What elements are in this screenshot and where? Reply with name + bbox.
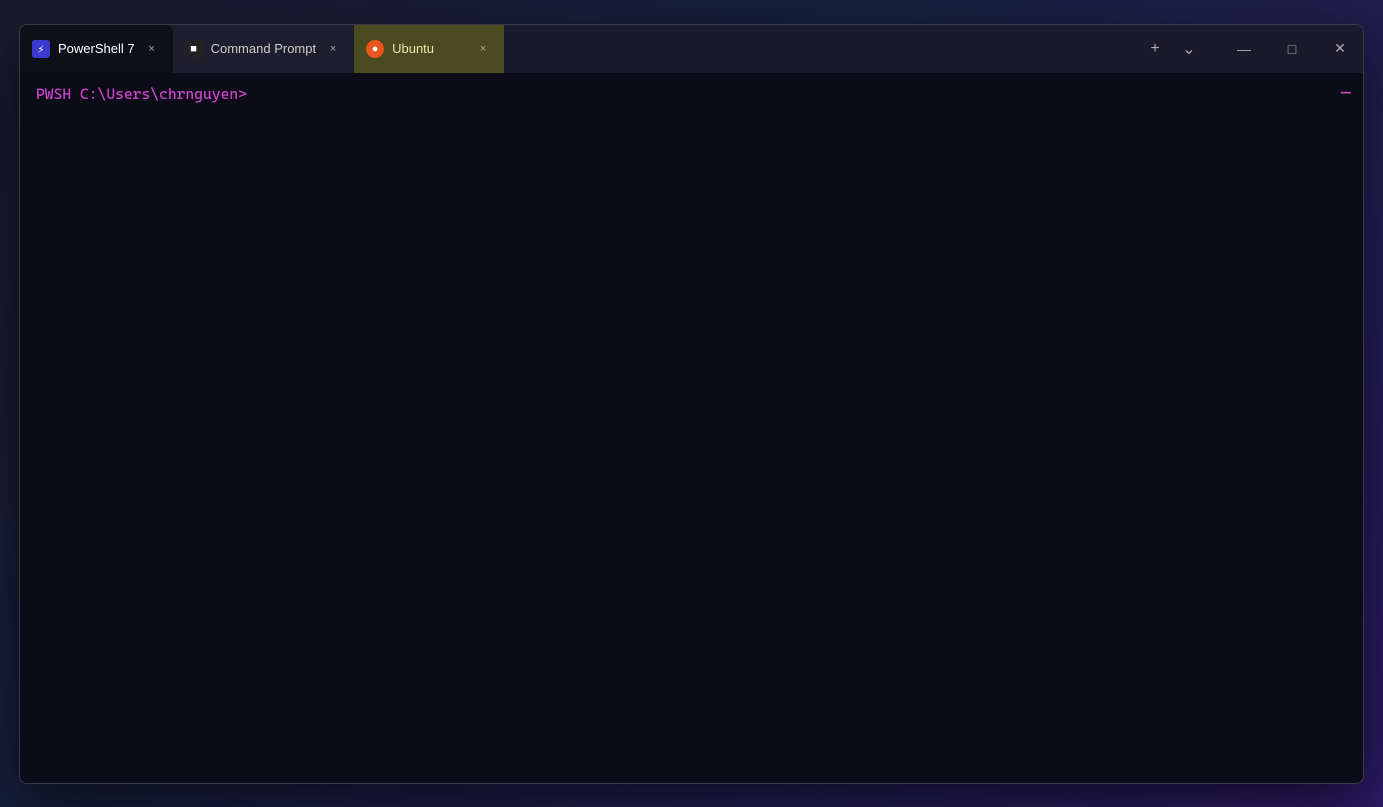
cmd-icon: ■ (185, 40, 203, 58)
terminal-content[interactable]: PWSH C:\Users\chrnguyen> — (20, 73, 1363, 783)
tab-bar: ⚡ PowerShell 7 × ■ Command Prompt × ● Ub… (20, 25, 1363, 73)
tab-cmd[interactable]: ■ Command Prompt × (173, 25, 354, 73)
tab-bar-actions: + ⌄ (1139, 25, 1213, 73)
tab-cmd-label: Command Prompt (211, 41, 316, 56)
terminal-window: ⚡ PowerShell 7 × ■ Command Prompt × ● Ub… (19, 24, 1364, 784)
tab-ubuntu-close[interactable]: × (474, 40, 492, 58)
prompt-line: PWSH C:\Users\chrnguyen> (36, 85, 1347, 103)
powershell-icon: ⚡ (32, 40, 50, 58)
tab-cmd-close[interactable]: × (324, 40, 342, 58)
ubuntu-icon: ● (366, 40, 384, 58)
window-controls: — □ ✕ (1213, 25, 1363, 73)
tab-powershell[interactable]: ⚡ PowerShell 7 × (20, 25, 173, 73)
tab-ubuntu[interactable]: ● Ubuntu × (354, 25, 504, 73)
prompt-text: PWSH C:\Users\chrnguyen> (36, 85, 247, 103)
close-button[interactable]: ✕ (1317, 33, 1363, 65)
dropdown-button[interactable]: ⌄ (1173, 33, 1205, 65)
tab-powershell-label: PowerShell 7 (58, 41, 135, 56)
maximize-button[interactable]: □ (1269, 33, 1315, 65)
tab-powershell-close[interactable]: × (143, 40, 161, 58)
tab-ubuntu-label: Ubuntu (392, 41, 466, 56)
minimize-button[interactable]: — (1221, 33, 1267, 65)
cursor-dash: — (1340, 85, 1351, 103)
new-tab-button[interactable]: + (1139, 33, 1171, 65)
